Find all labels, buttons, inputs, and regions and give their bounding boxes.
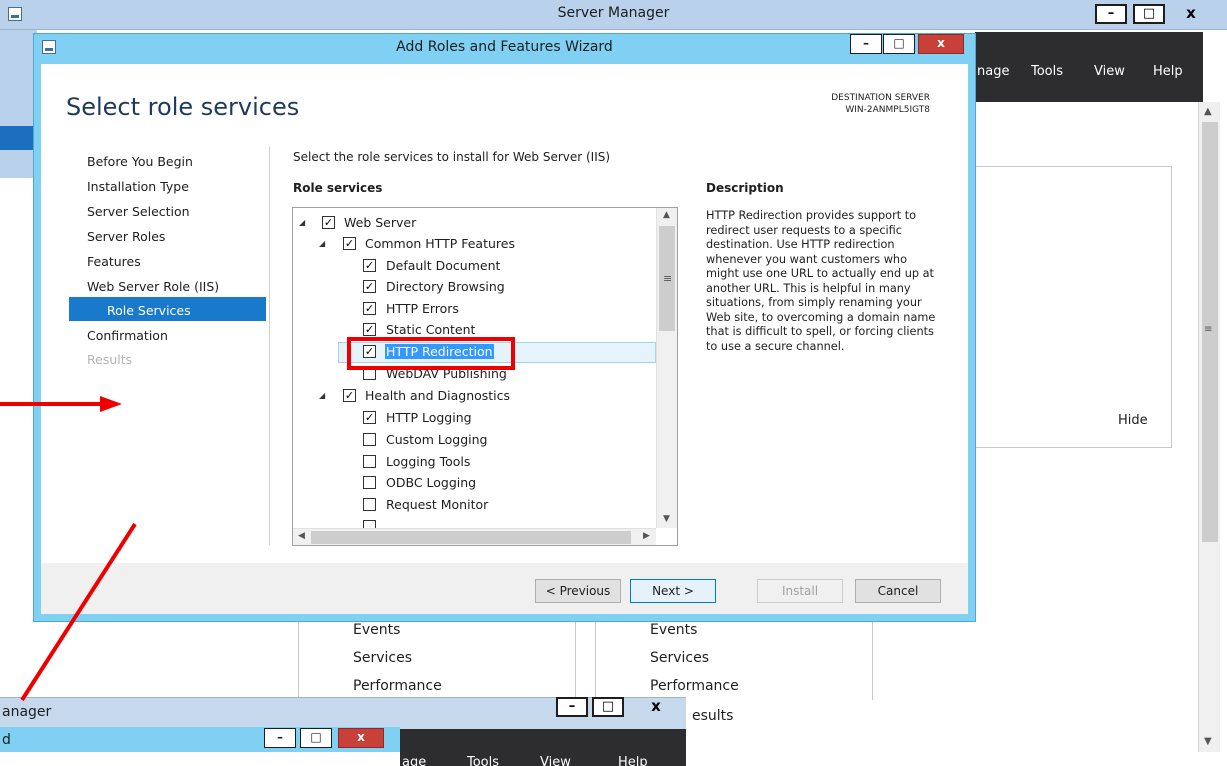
annotation-diagonal-line (20, 522, 137, 702)
annotation-arrowhead (100, 396, 122, 412)
annotation-arrows (0, 396, 137, 702)
